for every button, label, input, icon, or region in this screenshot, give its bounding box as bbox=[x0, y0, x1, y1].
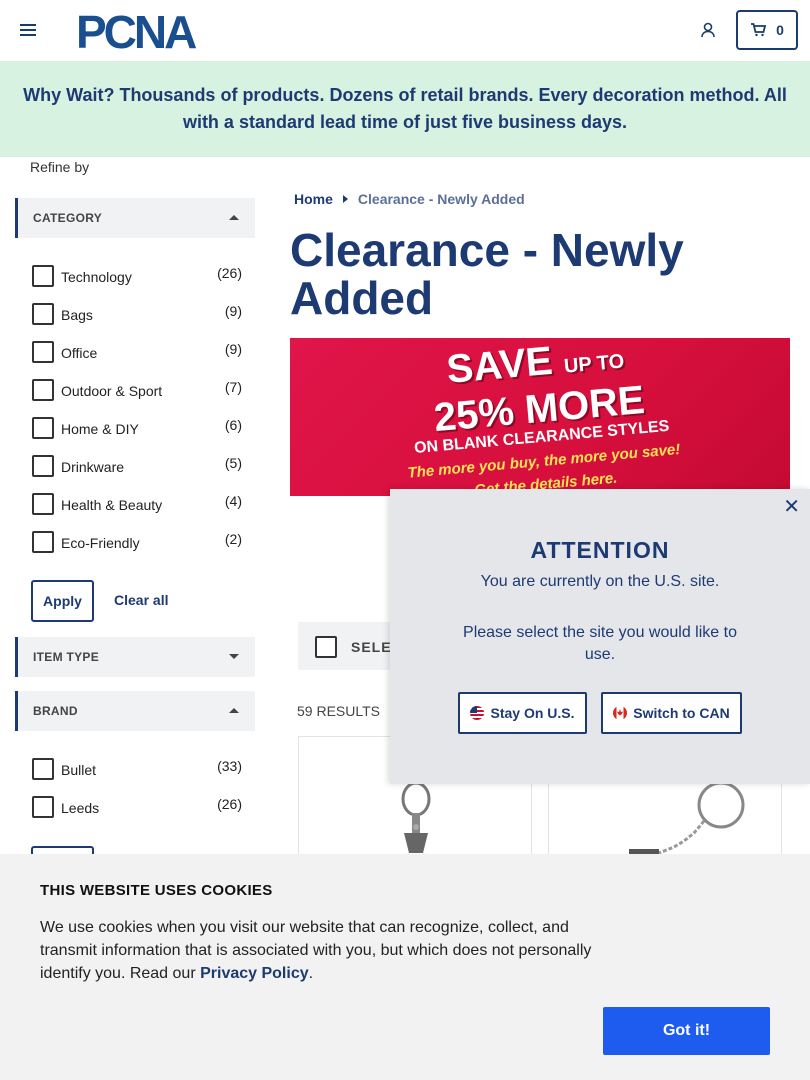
checkbox[interactable] bbox=[32, 265, 54, 287]
facet-item-count: (33) bbox=[217, 758, 242, 774]
caret-down-icon bbox=[229, 654, 239, 659]
facet-item-count: (5) bbox=[224, 455, 242, 471]
facet-item-label: Drinkware bbox=[61, 459, 125, 475]
facet-item-count: (9) bbox=[224, 303, 242, 319]
privacy-policy-link[interactable]: Privacy Policy bbox=[200, 965, 309, 982]
facet-item-health-beauty[interactable]: Health & Beauty (4) bbox=[32, 491, 242, 515]
site-header: PCNA 0 bbox=[0, 0, 810, 61]
checkbox[interactable] bbox=[32, 531, 54, 553]
facet-category-toggle[interactable]: CATEGORY bbox=[15, 198, 255, 238]
cookie-accept-button[interactable]: Got it! bbox=[603, 1007, 770, 1055]
modal-title: ATTENTION bbox=[530, 537, 670, 563]
facet-item-label: Outdoor & Sport bbox=[61, 383, 163, 399]
promo-banner: Why Wait? Thousands of products. Dozens … bbox=[0, 61, 810, 157]
logo-graphic: PCNA bbox=[76, 6, 199, 58]
breadcrumb-current: Clearance - Newly Added bbox=[357, 191, 525, 207]
cookie-title: THIS WEBSITE USES COOKIES bbox=[40, 882, 273, 899]
caret-up-icon bbox=[229, 215, 239, 220]
breadcrumb-home-link[interactable]: Home bbox=[294, 191, 333, 207]
cookie-banner: THIS WEBSITE USES COOKIES We use cookies… bbox=[0, 854, 810, 1080]
facet-item-technology[interactable]: Technology (26) bbox=[32, 263, 242, 287]
select-all-label: SELE bbox=[351, 639, 392, 655]
select-all-checkbox[interactable] bbox=[315, 636, 337, 658]
facet-item-count: (26) bbox=[217, 796, 242, 812]
modal-select-site-text: Please select the site you would like to… bbox=[463, 624, 737, 663]
facet-item-bullet[interactable]: Bullet (33) bbox=[32, 756, 242, 780]
facet-item-leeds[interactable]: Leeds (26) bbox=[32, 794, 242, 818]
facet-item-count: (7) bbox=[224, 379, 242, 395]
stay-on-us-button[interactable]: Stay On U.S. bbox=[458, 692, 587, 734]
canada-flag-icon bbox=[613, 706, 628, 720]
facet-item-outdoor-sport[interactable]: Outdoor & Sport (7) bbox=[32, 377, 242, 401]
promo-text: Why Wait? Thousands of products. Dozens … bbox=[23, 85, 787, 132]
checkbox[interactable] bbox=[32, 796, 54, 818]
hero-text: SAVE UP TO 25% MORE ON BLANK CLEARANCE S… bbox=[290, 338, 790, 496]
facet-item-label: Bullet bbox=[61, 762, 97, 778]
checkbox[interactable] bbox=[32, 758, 54, 780]
facet-item-count: (2) bbox=[224, 531, 242, 547]
apply-filters-button[interactable]: Apply bbox=[31, 580, 94, 622]
facet-brand-toggle[interactable]: BRAND bbox=[15, 691, 255, 731]
stay-on-us-label: Stay On U.S. bbox=[490, 705, 575, 721]
facet-item-count: (4) bbox=[224, 493, 242, 509]
checkbox[interactable] bbox=[32, 341, 54, 363]
facet-item-label: Office bbox=[61, 345, 98, 361]
facet-item-label: Technology bbox=[61, 269, 132, 285]
account-user-icon[interactable] bbox=[700, 22, 716, 38]
facet-item-count: (9) bbox=[224, 341, 242, 357]
facet-item-type-toggle[interactable]: ITEM TYPE bbox=[15, 637, 255, 677]
page-title: Clearance - Newly Added bbox=[290, 224, 684, 324]
facet-item-label: Eco-Friendly bbox=[61, 535, 140, 551]
caret-up-icon bbox=[229, 708, 239, 713]
facet-item-count: (26) bbox=[217, 265, 242, 281]
switch-to-can-button[interactable]: Switch to CAN bbox=[601, 692, 742, 734]
facet-item-drinkware[interactable]: Drinkware (5) bbox=[32, 453, 242, 477]
cart-button[interactable]: 0 bbox=[736, 10, 798, 50]
breadcrumb: Home Clearance - Newly Added bbox=[294, 191, 525, 207]
facet-item-label: Bags bbox=[61, 307, 93, 323]
caret-right-icon bbox=[342, 195, 348, 203]
facet-item-count: (6) bbox=[224, 417, 242, 433]
refine-by-label: Refine by bbox=[30, 159, 90, 175]
facet-item-eco-friendly[interactable]: Eco-Friendly (2) bbox=[32, 529, 242, 553]
cart-count: 0 bbox=[776, 22, 784, 38]
clearance-hero-banner[interactable]: SAVE UP TO 25% MORE ON BLANK CLEARANCE S… bbox=[290, 338, 790, 496]
facet-category-title: CATEGORY bbox=[33, 211, 103, 225]
site-selector-modal: ✕ ATTENTION You are currently on the U.S… bbox=[390, 489, 810, 784]
facet-item-home-diy[interactable]: Home & DIY (6) bbox=[32, 415, 242, 439]
facet-item-office[interactable]: Office (9) bbox=[32, 339, 242, 363]
switch-to-can-label: Switch to CAN bbox=[633, 705, 730, 721]
pcna-logo[interactable]: PCNA bbox=[76, 6, 226, 58]
checkbox[interactable] bbox=[32, 303, 54, 325]
cart-icon bbox=[751, 23, 767, 37]
cookie-body: We use cookies when you visit our websit… bbox=[40, 919, 592, 982]
checkbox[interactable] bbox=[32, 455, 54, 477]
results-count: 59 RESULTS bbox=[297, 703, 380, 719]
checkbox[interactable] bbox=[32, 417, 54, 439]
facet-item-label: Leeds bbox=[61, 800, 100, 816]
facet-item-label: Health & Beauty bbox=[61, 497, 163, 513]
checkbox[interactable] bbox=[32, 379, 54, 401]
svg-text:PCNA: PCNA bbox=[76, 8, 196, 52]
facet-item-bags[interactable]: Bags (9) bbox=[32, 301, 242, 325]
facet-item-label: Home & DIY bbox=[61, 421, 139, 437]
hamburger-menu-icon[interactable] bbox=[20, 24, 36, 36]
clear-all-link[interactable]: Clear all bbox=[114, 592, 168, 608]
close-icon[interactable]: ✕ bbox=[783, 497, 800, 517]
facet-brand-title: BRAND bbox=[33, 704, 78, 718]
checkbox[interactable] bbox=[32, 493, 54, 515]
modal-current-site-text: You are currently on the U.S. site. bbox=[480, 573, 720, 590]
facet-item-type-title: ITEM TYPE bbox=[33, 650, 100, 664]
us-flag-icon bbox=[470, 706, 485, 720]
